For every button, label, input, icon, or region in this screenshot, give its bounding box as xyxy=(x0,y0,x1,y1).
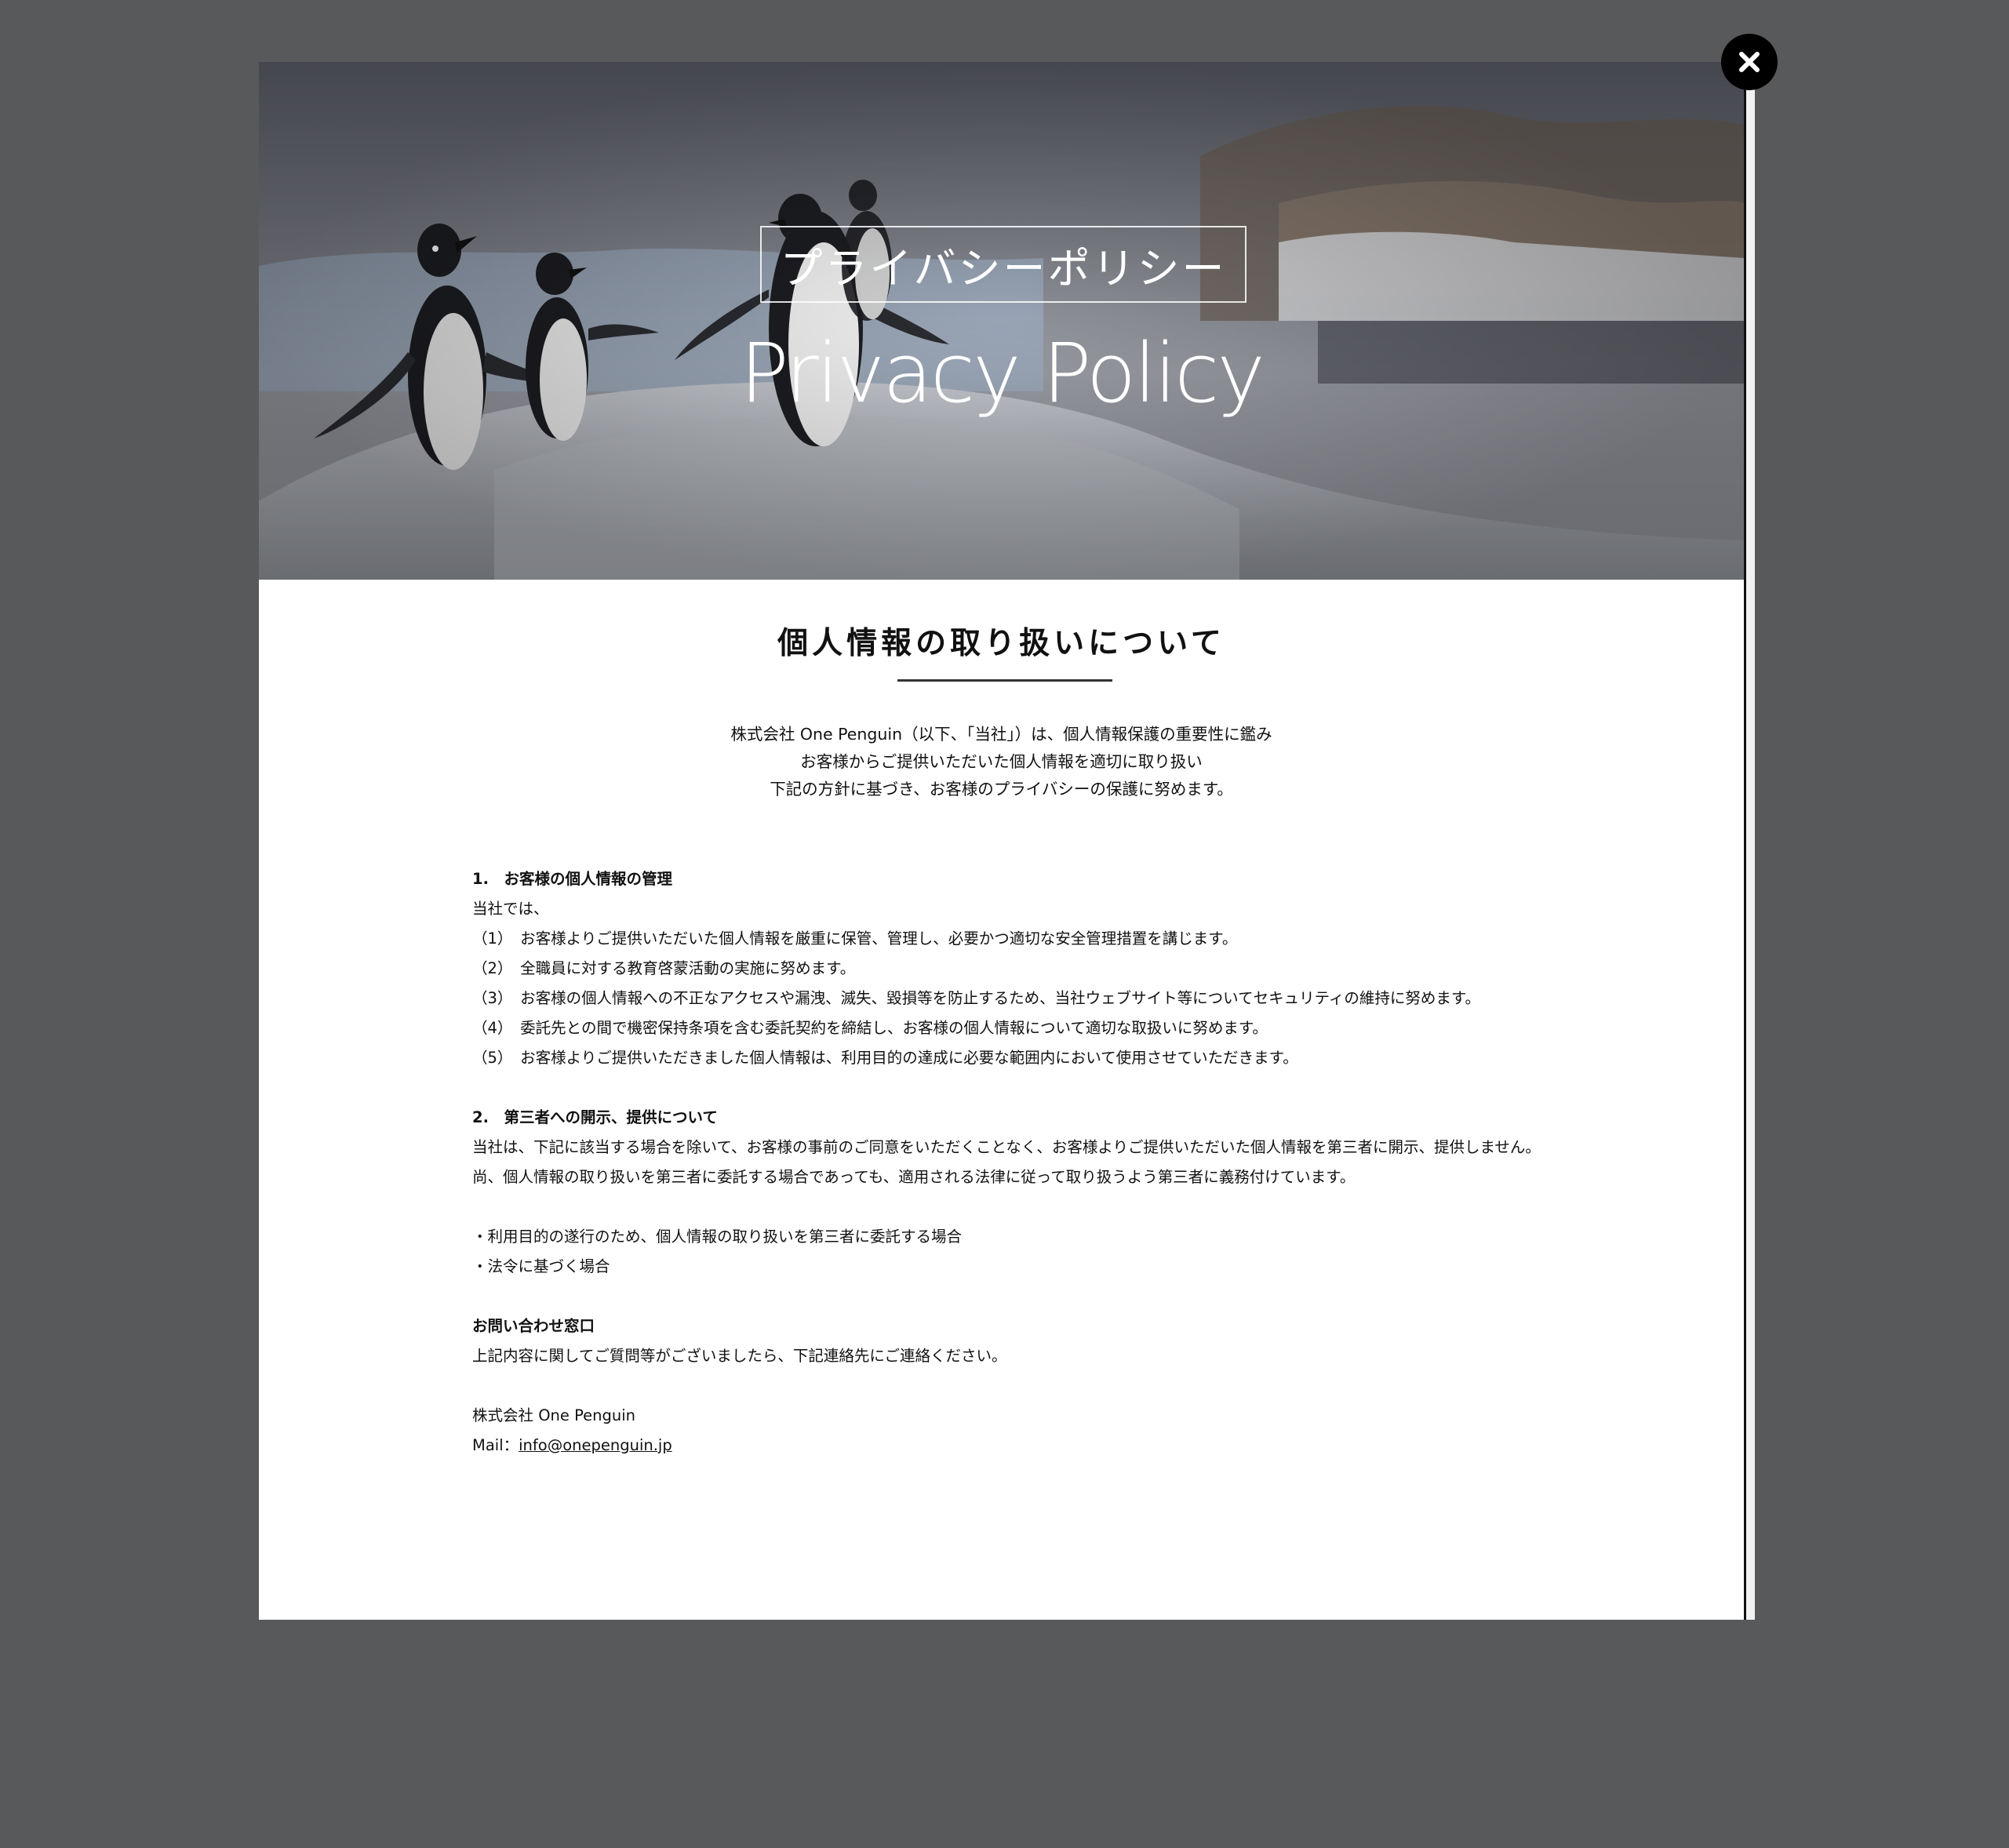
section1-item: （5） お客様よりご提供いただきました個人情報は、利用目的の達成に必要な範囲内に… xyxy=(472,1049,1298,1067)
privacy-policy-modal: プライバシーポリシー Privacy Policy 個人情報の取り扱いについて … xyxy=(259,62,1755,1620)
section2-paragraph: 当社は、下記に該当する場合を除いて、お客様の事前のご同意をいただくことなく、お客… xyxy=(472,1138,1541,1156)
email-link[interactable]: info@onepenguin.jp xyxy=(519,1436,672,1454)
hero-penguin-photo xyxy=(259,62,1744,580)
mail-label: Mail： xyxy=(472,1436,519,1454)
title-underline xyxy=(897,679,1112,682)
policy-body: 1. お客様の個人情報の管理 当社では、 （1） お客様よりご提供いただいた個人… xyxy=(472,864,1618,1461)
intro-paragraph: 株式会社 One Penguin（以下、「当社」）は、個人情報保護の重要性に鑑み… xyxy=(259,721,1744,803)
intro-line: 下記の方針に基づき、お客様のプライバシーの保護に努めます。 xyxy=(770,780,1233,798)
section2-bullet: ・法令に基づく場合 xyxy=(472,1257,610,1275)
modal-scrollbar[interactable] xyxy=(1744,86,1755,1620)
contact-heading: お問い合わせ窓口 xyxy=(472,1317,595,1335)
section1-heading: 1. お客様の個人情報の管理 xyxy=(472,870,672,888)
hero-title-english: Privacy Policy xyxy=(740,326,1265,421)
section2-paragraph: 尚、個人情報の取り扱いを第三者に委託する場合であっても、適用される法律に従って取… xyxy=(472,1168,1356,1186)
section1-item: （1） お客様よりご提供いただいた個人情報を厳重に保管、管理し、必要かつ適切な安… xyxy=(472,929,1238,948)
contact-company: 株式会社 One Penguin xyxy=(472,1406,636,1424)
section2-bullet: ・利用目的の遂行のため、個人情報の取り扱いを第三者に委託する場合 xyxy=(472,1228,963,1246)
hero-title-japanese: プライバシーポリシー xyxy=(760,226,1247,303)
close-button[interactable] xyxy=(1721,34,1778,90)
close-x-icon xyxy=(1739,52,1760,72)
hero-banner: プライバシーポリシー Privacy Policy xyxy=(259,62,1744,580)
section1-item: （2） 全職員に対する教育啓蒙活動の実施に努めます。 xyxy=(472,959,856,977)
section2-heading: 2. 第三者への開示、提供について xyxy=(472,1108,718,1126)
contact-mail-row: Mail：info@onepenguin.jp xyxy=(472,1431,1618,1461)
section1-lead: 当社では、 xyxy=(472,900,549,918)
intro-line: 株式会社 One Penguin（以下、「当社」）は、個人情報保護の重要性に鑑み xyxy=(730,725,1272,744)
section1-item: （3） お客様の個人情報への不正なアクセスや漏洩、滅失、毀損等を防止するため、当… xyxy=(472,989,1480,1007)
intro-line: お客様からご提供いただいた個人情報を適切に取り扱い xyxy=(800,752,1203,771)
content-title: 個人情報の取り扱いについて xyxy=(777,626,1225,661)
contact-text: 上記内容に関してご質問等がございましたら、下記連絡先にご連絡ください。 xyxy=(472,1347,1007,1365)
section1-item: （4） 委託先との間で機密保持条項を含む委託契約を締結し、お客様の個人情報につい… xyxy=(472,1019,1268,1037)
